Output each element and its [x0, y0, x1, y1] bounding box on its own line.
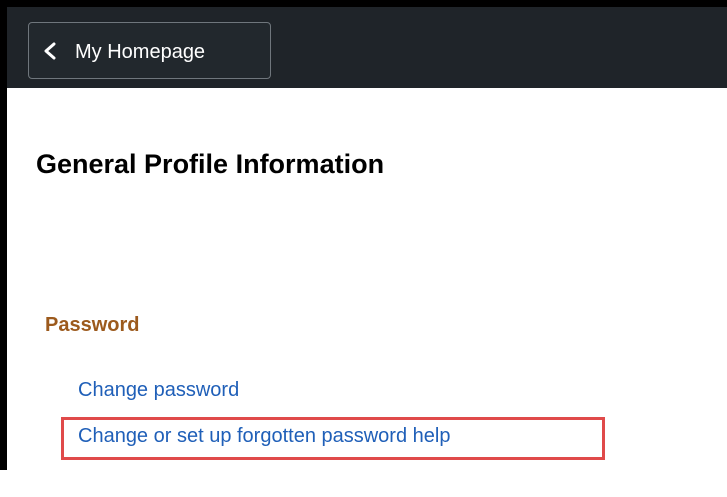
chevron-left-icon [44, 42, 56, 60]
bottom-white-strip [0, 470, 727, 497]
change-password-link[interactable]: Change password [78, 377, 239, 403]
forgotten-password-help-link[interactable]: Change or set up forgotten password help [78, 423, 450, 449]
top-navigation-bar: My Homepage [7, 7, 727, 88]
profile-content-panel: General Profile Information Password Cha… [7, 88, 727, 470]
my-homepage-label: My Homepage [75, 41, 206, 63]
screenshot-frame: My Homepage General Profile Information … [0, 0, 727, 497]
page-title: General Profile Information [36, 149, 385, 179]
password-section-title: Password [45, 314, 140, 336]
my-homepage-button[interactable]: My Homepage [28, 22, 271, 79]
